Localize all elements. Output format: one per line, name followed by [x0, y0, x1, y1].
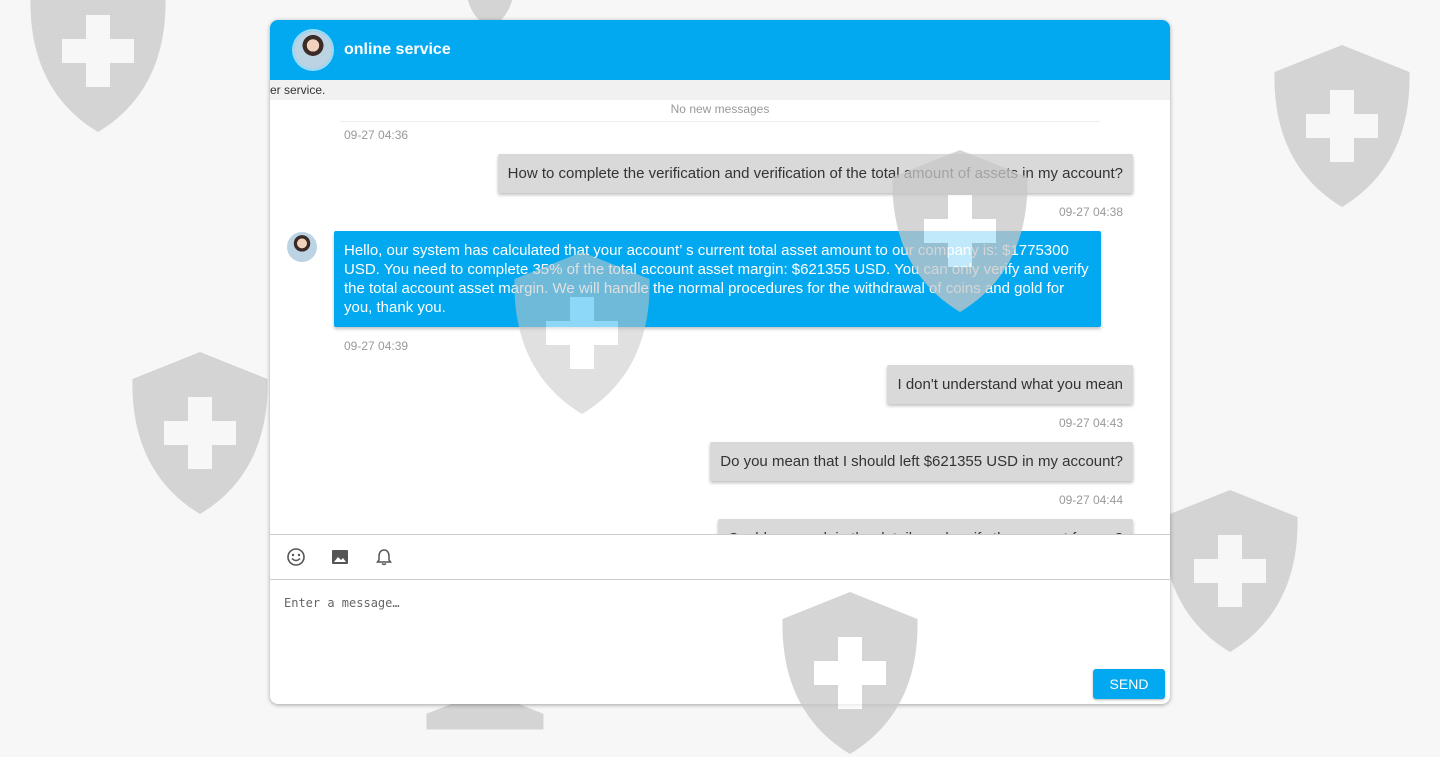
- scrolling-notice: mer service.: [270, 80, 1170, 100]
- outgoing-message: Do you mean that I should left $621355 U…: [710, 442, 1133, 481]
- agent-avatar: [294, 31, 332, 69]
- composer-toolbar: [270, 534, 1170, 580]
- outgoing-message: I don't understand what you mean: [887, 365, 1133, 404]
- emoji-icon[interactable]: [286, 547, 306, 567]
- message-timestamp: 09-27 04:44: [1058, 493, 1123, 507]
- outgoing-message: How to complete the verification and ver…: [497, 154, 1133, 193]
- notice-text: mer service.: [270, 83, 326, 97]
- no-new-messages-divider: No new messages: [340, 100, 1100, 122]
- outgoing-message: Could you explain the details and verify…: [717, 519, 1133, 534]
- image-icon[interactable]: [330, 547, 350, 567]
- composer: SEND: [270, 580, 1170, 704]
- bell-icon[interactable]: [374, 547, 394, 567]
- shield-watermark-icon: [1274, 45, 1410, 207]
- incoming-message: Hello, our system has calculated that yo…: [334, 231, 1101, 327]
- shield-watermark-icon: [132, 352, 268, 514]
- message-timestamp: 09-27 04:39: [344, 339, 409, 353]
- shield-watermark-icon: [30, 0, 166, 132]
- chat-title: online service: [344, 41, 451, 58]
- shield-watermark-icon: [1162, 490, 1298, 652]
- agent-message-avatar: [287, 232, 317, 262]
- send-button[interactable]: SEND: [1093, 669, 1165, 699]
- chat-window: online service mer service. No new messa…: [270, 20, 1170, 704]
- message-timestamp: 09-27 04:36: [344, 128, 409, 142]
- message-timestamp: 09-27 04:43: [1058, 416, 1123, 430]
- chat-header: online service: [270, 20, 1170, 80]
- message-input[interactable]: [282, 594, 1156, 658]
- message-list[interactable]: No new messages 09-27 04:36 How to compl…: [270, 100, 1170, 534]
- message-timestamp: 09-27 04:38: [1058, 205, 1123, 219]
